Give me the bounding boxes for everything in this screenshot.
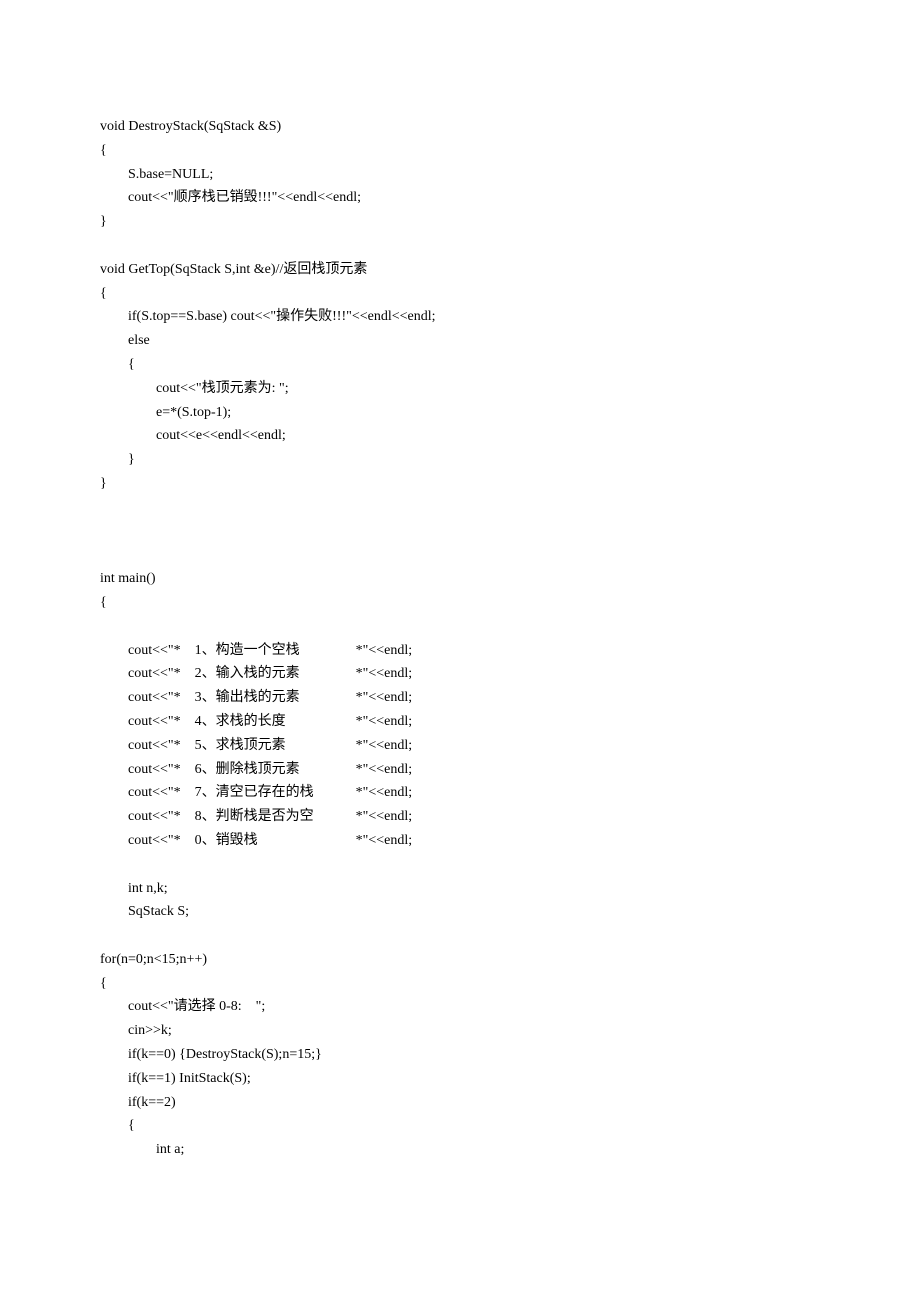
code-line: void GetTop(SqStack S,int &e)//返回栈顶元素 xyxy=(100,258,820,282)
code-line: if(k==0) {DestroyStack(S);n=15;} xyxy=(100,1043,820,1067)
document-page: void DestroyStack(SqStack &S){ S.base=NU… xyxy=(0,0,920,1302)
code-line: int n,k; xyxy=(100,877,820,901)
code-line: SqStack S; xyxy=(100,900,820,924)
code-line: if(S.top==S.base) cout<<"操作失败!!!"<<endl<… xyxy=(100,305,820,329)
code-line xyxy=(100,924,820,948)
code-line: int main() xyxy=(100,567,820,591)
code-line xyxy=(100,496,820,520)
code-line: { xyxy=(100,1114,820,1138)
code-line: { xyxy=(100,591,820,615)
code-line: } xyxy=(100,210,820,234)
code-line: cout<<e<<endl<<endl; xyxy=(100,424,820,448)
code-line: { xyxy=(100,282,820,306)
code-line xyxy=(100,234,820,258)
code-line: cout<<"* 0、销毁栈 *"<<endl; xyxy=(100,829,820,853)
code-line: cout<<"栈顶元素为: "; xyxy=(100,377,820,401)
code-line xyxy=(100,615,820,639)
code-line: cout<<"顺序栈已销毁!!!"<<endl<<endl; xyxy=(100,186,820,210)
code-line: { xyxy=(100,139,820,163)
code-line: cout<<"* 5、求栈顶元素 *"<<endl; xyxy=(100,734,820,758)
code-line: else xyxy=(100,329,820,353)
code-line: } xyxy=(100,448,820,472)
code-line: for(n=0;n<15;n++) xyxy=(100,948,820,972)
code-line: cin>>k; xyxy=(100,1019,820,1043)
code-line: if(k==1) InitStack(S); xyxy=(100,1067,820,1091)
code-line: cout<<"* 1、构造一个空栈 *"<<endl; xyxy=(100,639,820,663)
code-line: cout<<"* 6、删除栈顶元素 *"<<endl; xyxy=(100,758,820,782)
code-line xyxy=(100,543,820,567)
code-line: cout<<"* 2、输入栈的元素 *"<<endl; xyxy=(100,662,820,686)
code-line: cout<<"* 3、输出栈的元素 *"<<endl; xyxy=(100,686,820,710)
code-line: S.base=NULL; xyxy=(100,163,820,187)
code-line: { xyxy=(100,972,820,996)
code-line xyxy=(100,853,820,877)
code-block: void DestroyStack(SqStack &S){ S.base=NU… xyxy=(100,115,820,1162)
code-line: { xyxy=(100,353,820,377)
code-line: } xyxy=(100,472,820,496)
code-line: e=*(S.top-1); xyxy=(100,401,820,425)
code-line: void DestroyStack(SqStack &S) xyxy=(100,115,820,139)
code-line: cout<<"* 7、清空已存在的栈 *"<<endl; xyxy=(100,781,820,805)
code-line: cout<<"* 4、求栈的长度 *"<<endl; xyxy=(100,710,820,734)
code-line: if(k==2) xyxy=(100,1091,820,1115)
code-line: cout<<"请选择 0-8: "; xyxy=(100,995,820,1019)
code-line xyxy=(100,520,820,544)
code-line: int a; xyxy=(100,1138,820,1162)
code-line: cout<<"* 8、判断栈是否为空 *"<<endl; xyxy=(100,805,820,829)
